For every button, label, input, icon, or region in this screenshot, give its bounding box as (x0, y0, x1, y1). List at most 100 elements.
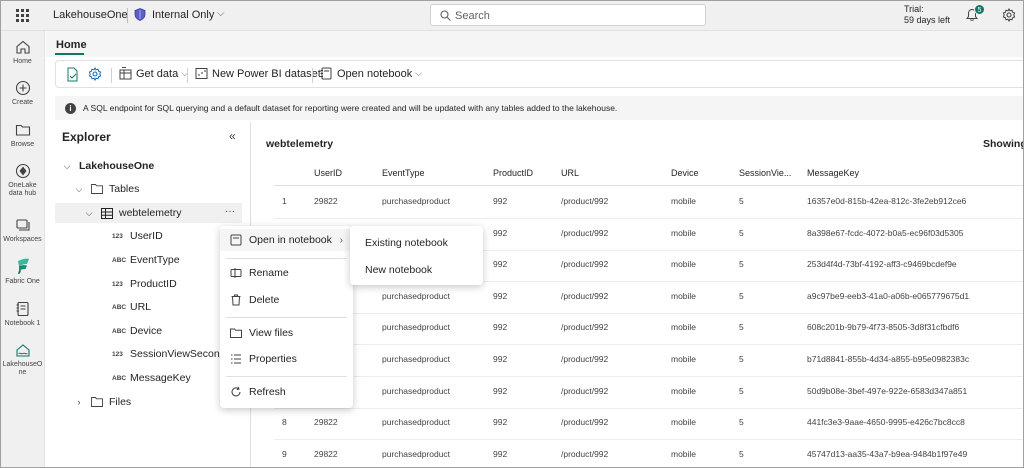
text-type-icon: ABC (112, 256, 127, 264)
search-box[interactable]: Search (430, 4, 706, 26)
properties-icon (231, 354, 241, 364)
table-cell: 16357e0d-815b-42ea-812c-3fe2eb912ce6 (807, 196, 967, 206)
rail-item-fabric-one[interactable]: Fabric One (0, 257, 45, 286)
app-launcher-button[interactable] (0, 0, 44, 31)
table-preview: webtelemetry Showing UserID EventType Pr… (252, 122, 1024, 468)
new-item-icon[interactable] (66, 67, 80, 82)
table-icon (101, 207, 113, 219)
tree-item-webtelemetry[interactable]: ⌵ webtelemetry ··· (55, 203, 242, 223)
column-item[interactable]: 123 SessionViewSecond (112, 344, 226, 364)
notebook-icon (16, 301, 29, 317)
column-header[interactable]: ProductID (493, 168, 533, 178)
new-power-bi-dataset-button[interactable]: New Power BI dataset (195, 67, 321, 80)
menu-item-view-files[interactable]: View files (220, 322, 353, 344)
column-item[interactable]: ABC EventType (112, 250, 180, 270)
column-item[interactable]: ABC Device (112, 321, 162, 341)
trial-label: Trial: (904, 4, 924, 14)
ribbon-tab-bar (46, 31, 1024, 57)
menu-item-open-in-notebook[interactable]: Open in notebook › (220, 229, 353, 251)
get-data-button[interactable]: Get data ⌵ (119, 67, 188, 80)
menu-item-rename[interactable]: Rename (220, 262, 353, 284)
search-input[interactable]: Search (455, 10, 490, 22)
table-cell: 992 (493, 290, 508, 301)
table-cell: mobile (671, 354, 697, 364)
rail-item-notebook-1[interactable]: Notebook 1 (0, 301, 45, 328)
table-preview-title: webtelemetry (266, 138, 334, 150)
ribbon-toolbar: Get data ⌵ New Power BI dataset Open not… (55, 60, 1024, 88)
chevron-down-icon[interactable]: ⌵ (61, 161, 73, 172)
table-cell: /product/992 (561, 385, 609, 396)
table-cell: purchasedproduct (382, 385, 451, 396)
menu-item-new-notebook[interactable]: New notebook (365, 264, 432, 276)
menu-item-label: Delete (249, 294, 280, 306)
info-banner: i A SQL endpoint for SQL querying and a … (55, 96, 1024, 120)
table-cell: purchasedproduct (382, 196, 451, 206)
search-icon (440, 10, 451, 21)
menu-item-refresh[interactable]: Refresh (220, 381, 353, 403)
table-cell: 29822 (314, 448, 338, 459)
column-item[interactable]: 123 ProductID (112, 274, 177, 294)
lakehouse-name: LakehouseOne (79, 160, 155, 172)
menu-item-delete[interactable]: Delete (220, 289, 353, 311)
rail-item-create[interactable]: Create (0, 80, 45, 107)
tab-home[interactable]: Home (56, 39, 87, 51)
table-cell: /product/992 (561, 259, 609, 270)
menu-item-existing-notebook[interactable]: Existing notebook (365, 237, 448, 249)
get-data-icon (119, 67, 132, 80)
column-item[interactable]: ABC URL (112, 297, 151, 317)
chevron-right-icon[interactable]: › (73, 397, 85, 407)
rail-item-onelake-data-hub[interactable]: OneLake data hub (0, 163, 45, 198)
gear-icon[interactable] (1002, 8, 1016, 22)
workspace-item-name[interactable]: LakehouseOne (53, 9, 128, 21)
settings-icon[interactable] (88, 67, 102, 81)
column-header[interactable]: SessionVie... (739, 168, 791, 178)
showing-label: Showing (983, 138, 1024, 150)
column-header[interactable]: MessageKey (807, 168, 859, 178)
chevron-down-icon[interactable]: ⌵ (73, 184, 85, 195)
rail-item-browse[interactable]: Browse (0, 122, 45, 149)
column-header[interactable]: EventType (382, 168, 425, 178)
folder-icon (230, 328, 242, 338)
tree-item-tables[interactable]: ⌵ Tables (73, 179, 140, 199)
rail-item-workspaces[interactable]: Workspaces (0, 217, 45, 244)
column-item[interactable]: 123 UserID (112, 226, 163, 246)
table-cell: /product/992 (561, 417, 609, 428)
divider (127, 8, 128, 23)
plus-circle-icon (15, 80, 30, 96)
tree-item-files[interactable]: › Files (73, 392, 132, 412)
chevron-right-icon: › (339, 234, 343, 246)
column-header[interactable]: Device (671, 168, 699, 178)
chevron-down-icon[interactable]: ⌵ (217, 8, 225, 19)
table-cell: 5 (739, 385, 744, 396)
table-cell: mobile (671, 196, 697, 206)
trash-icon (231, 294, 241, 306)
column-header[interactable]: UserID (314, 168, 342, 178)
column-item[interactable]: ABC MessageKey (112, 368, 191, 388)
rail-item-lakehouseone[interactable]: LakehouseO ne (0, 342, 45, 377)
column-name: SessionViewSecond (130, 348, 226, 360)
column-name: ProductID (130, 278, 177, 290)
column-header[interactable]: URL (561, 168, 579, 178)
sensitivity-label[interactable]: Internal Only (152, 9, 214, 21)
folder-icon (15, 124, 30, 136)
chevron-down-icon[interactable]: ⌵ (83, 208, 95, 219)
menu-item-properties[interactable]: Properties (220, 348, 353, 370)
table-cell: mobile (671, 322, 697, 333)
table-cell: purchasedproduct (382, 448, 451, 459)
row-divider (274, 344, 1024, 346)
more-options-icon[interactable]: ··· (225, 206, 235, 217)
table-cell: /product/992 (561, 290, 609, 301)
numeric-type-icon: 123 (112, 232, 123, 240)
table-cell: mobile (671, 385, 697, 396)
collapse-pane-icon[interactable]: « (229, 129, 236, 143)
open-notebook-button[interactable]: Open notebook ⌵ (320, 67, 422, 80)
rail-item-home[interactable]: Home (0, 39, 45, 66)
tree-item-lakehouse[interactable]: ⌵ LakehouseOne (61, 156, 155, 176)
data-hub-icon (15, 163, 30, 179)
menu-separator (226, 258, 347, 259)
table-cell: mobile (671, 448, 697, 459)
trial-days-left: 59 days left (904, 15, 951, 25)
table-cell: mobile (671, 259, 697, 270)
row-number: 9 (282, 448, 287, 459)
numeric-type-icon: 123 (112, 280, 123, 288)
